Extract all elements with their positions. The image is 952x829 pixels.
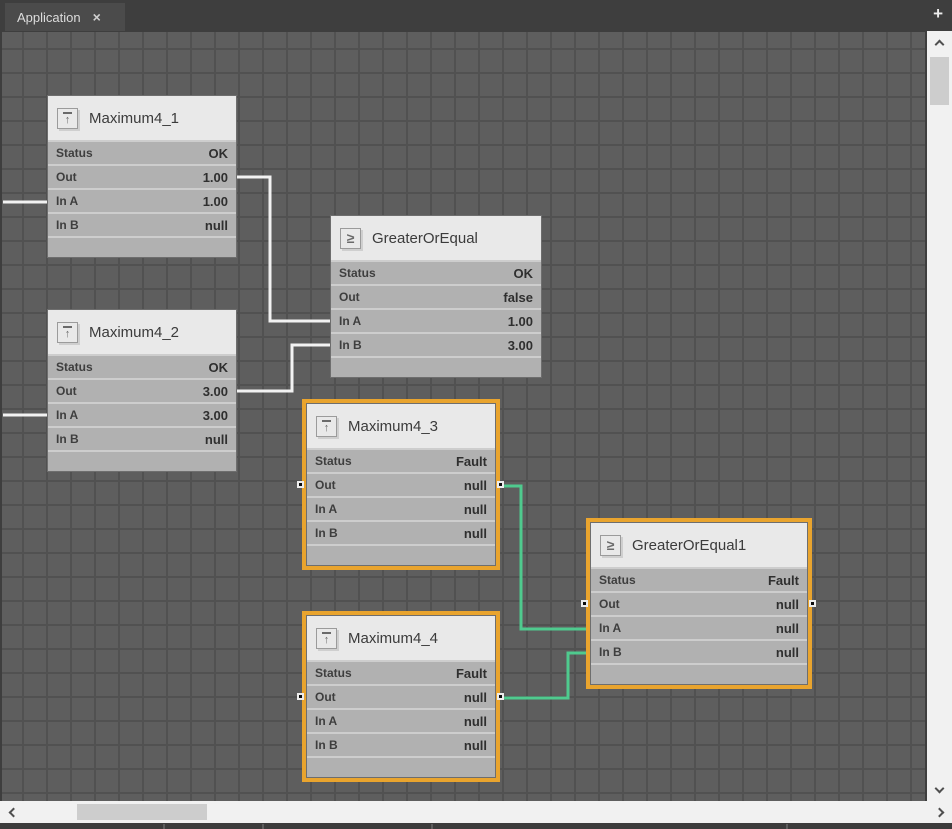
node-footer bbox=[307, 544, 495, 565]
node-footer bbox=[591, 663, 807, 684]
node-header[interactable]: ↑ Maximum4_2 bbox=[48, 310, 236, 354]
close-icon[interactable]: × bbox=[93, 10, 101, 24]
pin-row-status[interactable]: StatusOK bbox=[331, 260, 541, 284]
pin-row-in-a[interactable]: In Anull bbox=[591, 615, 807, 639]
scroll-right-button[interactable] bbox=[928, 801, 950, 823]
port-handle-greaterorequal1-out-right[interactable] bbox=[809, 600, 816, 607]
maximum-icon: ↑ bbox=[57, 322, 78, 343]
panel-divider bbox=[262, 824, 264, 829]
node-footer bbox=[48, 450, 236, 471]
node-title: GreaterOrEqual1 bbox=[632, 537, 746, 554]
tab-application[interactable]: Application × bbox=[5, 3, 125, 31]
port-handle-maximum4_3-out-right[interactable] bbox=[497, 481, 504, 488]
wire-maximum4_2-to-greaterorequal-inb[interactable] bbox=[237, 345, 330, 391]
horizontal-scrollbar[interactable] bbox=[0, 801, 952, 823]
pin-row-status[interactable]: StatusFault bbox=[307, 448, 495, 472]
pin-row-out[interactable]: Outnull bbox=[307, 684, 495, 708]
node-greaterorequal1[interactable]: ≥ GreaterOrEqual1 StatusFault Outnull In… bbox=[586, 518, 812, 689]
scroll-left-button[interactable] bbox=[2, 801, 24, 823]
diagram-canvas[interactable]: ↑ Maximum4_1 StatusOK Out1.00 In A1.00 I… bbox=[2, 32, 925, 801]
pin-row-in-a[interactable]: In Anull bbox=[307, 496, 495, 520]
pin-row-in-a[interactable]: In Anull bbox=[307, 708, 495, 732]
node-maximum4_1[interactable]: ↑ Maximum4_1 StatusOK Out1.00 In A1.00 I… bbox=[47, 95, 237, 258]
node-footer bbox=[331, 356, 541, 377]
pin-row-in-b[interactable]: In Bnull bbox=[307, 732, 495, 756]
pin-row-status[interactable]: StatusFault bbox=[591, 567, 807, 591]
vertical-scrollbar-thumb[interactable] bbox=[930, 57, 949, 105]
tab-bar: Application × + bbox=[0, 0, 952, 31]
node-title: Maximum4_3 bbox=[348, 418, 438, 435]
pin-row-in-a[interactable]: In A3.00 bbox=[48, 402, 236, 426]
pin-row-in-b[interactable]: In Bnull bbox=[48, 426, 236, 450]
wire-maximum4_4-to-greaterorequal1-inb[interactable] bbox=[502, 653, 588, 698]
node-maximum4_2[interactable]: ↑ Maximum4_2 StatusOK Out3.00 In A3.00 I… bbox=[47, 309, 237, 472]
scroll-down-button[interactable] bbox=[928, 777, 950, 799]
pin-row-status[interactable]: StatusOK bbox=[48, 354, 236, 378]
wire-maximum4_3-to-greaterorequal1-ina[interactable] bbox=[502, 486, 588, 629]
pin-row-status[interactable]: StatusOK bbox=[48, 140, 236, 164]
pin-row-in-b[interactable]: In B3.00 bbox=[331, 332, 541, 356]
node-header[interactable]: ↑ Maximum4_3 bbox=[307, 404, 495, 448]
node-header[interactable]: ↑ Maximum4_1 bbox=[48, 96, 236, 140]
node-header[interactable]: ↑ Maximum4_4 bbox=[307, 616, 495, 660]
scroll-up-button[interactable] bbox=[928, 33, 950, 55]
pin-row-out[interactable]: Out1.00 bbox=[48, 164, 236, 188]
node-title: Maximum4_1 bbox=[89, 110, 179, 127]
pin-row-in-b[interactable]: In Bnull bbox=[48, 212, 236, 236]
new-tab-button[interactable]: + bbox=[933, 5, 943, 22]
node-maximum4_3[interactable]: ↑ Maximum4_3 StatusFault Outnull In Anul… bbox=[302, 399, 500, 570]
pin-row-in-a[interactable]: In A1.00 bbox=[48, 188, 236, 212]
wire-maximum4_1-to-greaterorequal-ina[interactable] bbox=[237, 177, 330, 321]
node-title: Maximum4_2 bbox=[89, 324, 179, 341]
node-header[interactable]: ≥ GreaterOrEqual1 bbox=[591, 523, 807, 567]
node-footer bbox=[307, 756, 495, 777]
port-handle-maximum4_4-out-right[interactable] bbox=[497, 693, 504, 700]
node-maximum4_4[interactable]: ↑ Maximum4_4 StatusFault Outnull In Anul… bbox=[302, 611, 500, 782]
greater-or-equal-icon: ≥ bbox=[600, 535, 621, 556]
port-handle-greaterorequal1-out-left[interactable] bbox=[581, 600, 588, 607]
panel-divider bbox=[431, 824, 433, 829]
vertical-scrollbar[interactable] bbox=[927, 31, 952, 801]
node-title: GreaterOrEqual bbox=[372, 230, 478, 247]
node-greaterorequal[interactable]: ≥ GreaterOrEqual StatusOK Outfalse In A1… bbox=[330, 215, 542, 378]
tab-label: Application bbox=[17, 10, 81, 25]
pin-row-in-b[interactable]: In Bnull bbox=[307, 520, 495, 544]
pin-row-out[interactable]: Outfalse bbox=[331, 284, 541, 308]
pin-row-out[interactable]: Outnull bbox=[591, 591, 807, 615]
pin-row-out[interactable]: Outnull bbox=[307, 472, 495, 496]
panel-divider bbox=[786, 824, 788, 829]
horizontal-scrollbar-thumb[interactable] bbox=[77, 804, 207, 820]
maximum-icon: ↑ bbox=[57, 108, 78, 129]
node-footer bbox=[48, 236, 236, 257]
pin-row-in-b[interactable]: In Bnull bbox=[591, 639, 807, 663]
node-title: Maximum4_4 bbox=[348, 630, 438, 647]
pin-row-in-a[interactable]: In A1.00 bbox=[331, 308, 541, 332]
pin-row-status[interactable]: StatusFault bbox=[307, 660, 495, 684]
node-header[interactable]: ≥ GreaterOrEqual bbox=[331, 216, 541, 260]
maximum-icon: ↑ bbox=[316, 628, 337, 649]
port-handle-maximum4_3-out-left[interactable] bbox=[297, 481, 304, 488]
port-handle-maximum4_4-out-left[interactable] bbox=[297, 693, 304, 700]
maximum-icon: ↑ bbox=[316, 416, 337, 437]
panel-divider bbox=[163, 824, 165, 829]
bottom-panel-edge bbox=[0, 823, 952, 829]
greater-or-equal-icon: ≥ bbox=[340, 228, 361, 249]
pin-row-out[interactable]: Out3.00 bbox=[48, 378, 236, 402]
